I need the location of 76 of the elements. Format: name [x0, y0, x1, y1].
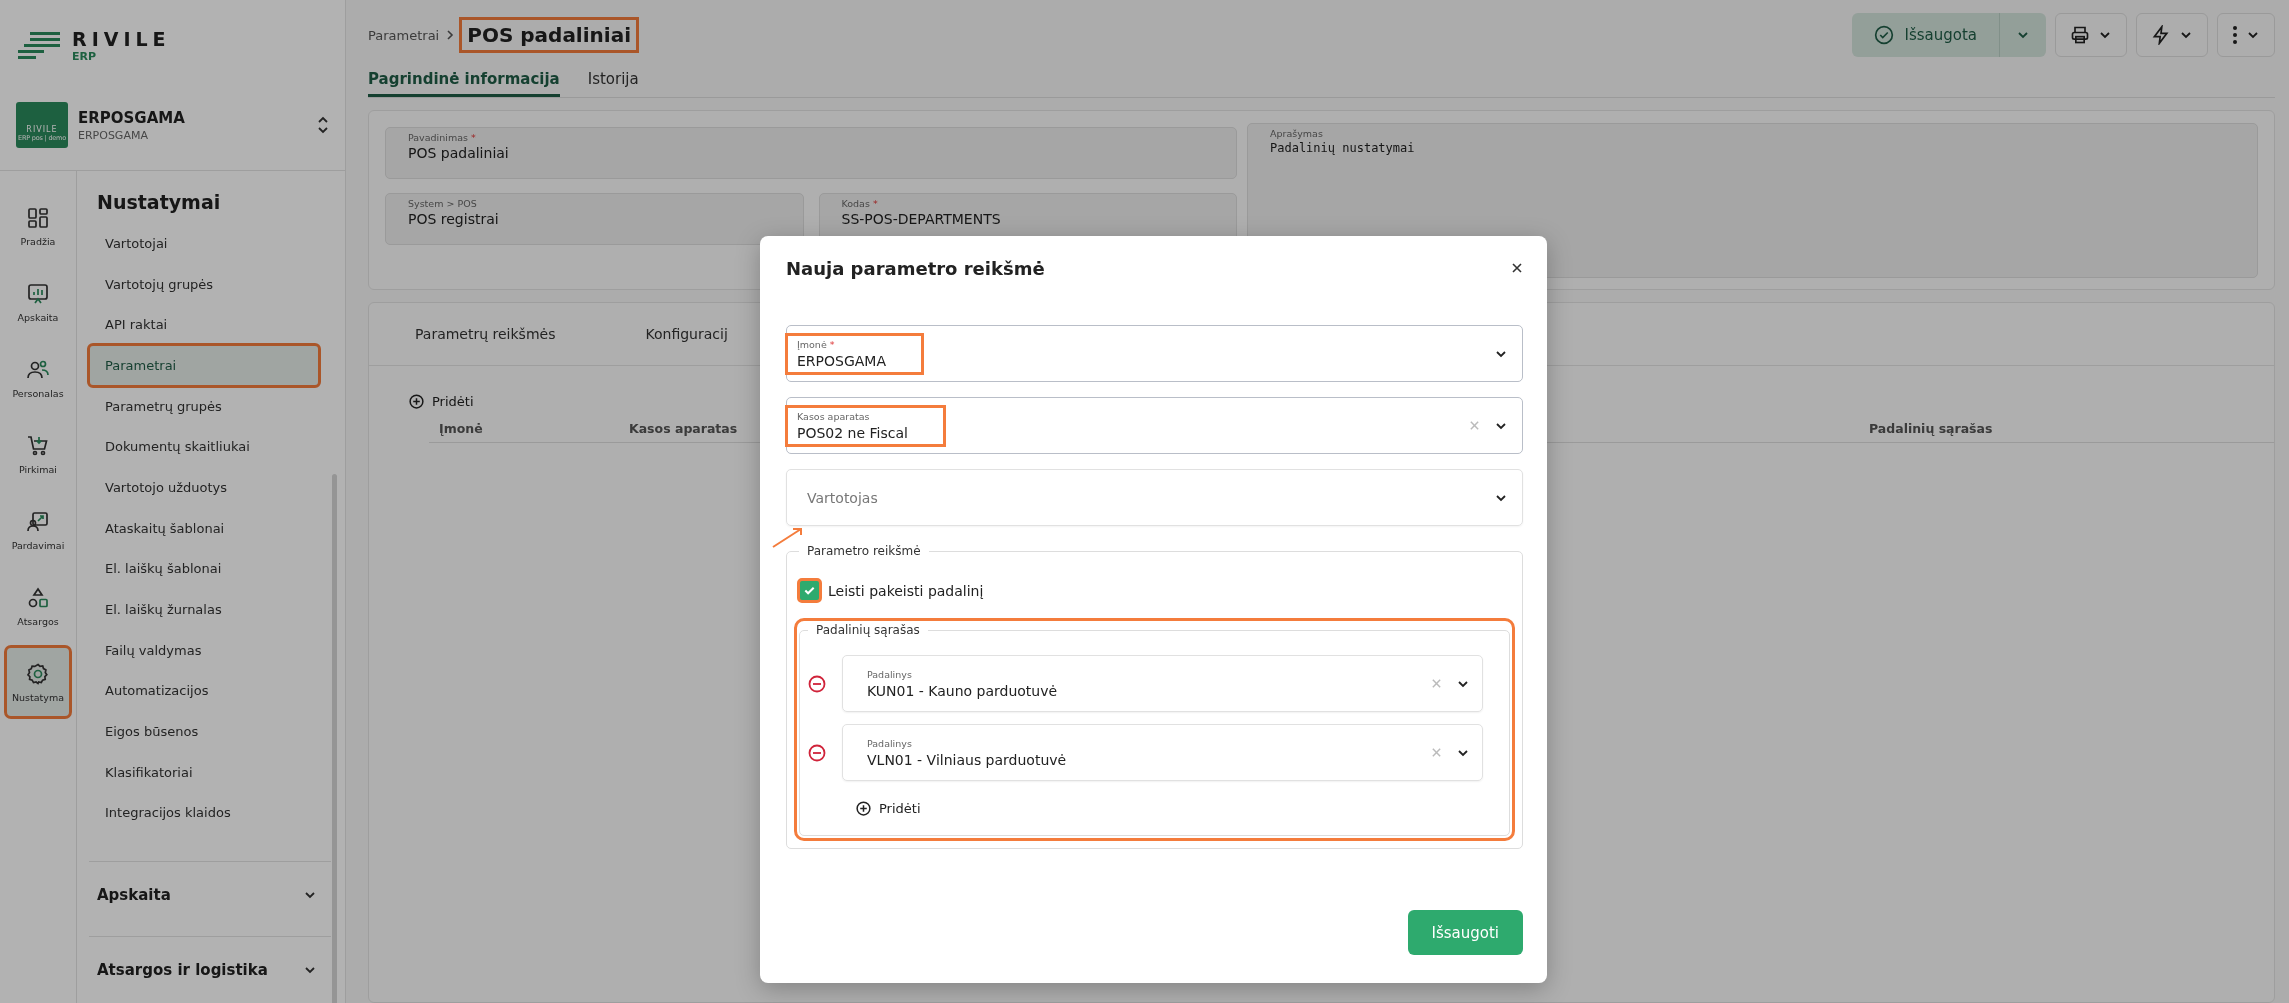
module-tab[interactable]: Atsargos — [6, 571, 70, 641]
nav-item[interactable]: El. laiškų šablonai — [89, 548, 319, 590]
module-tab[interactable]: Personalas — [6, 343, 70, 413]
add-button[interactable]: Pridėti — [856, 801, 921, 816]
toolbar-button[interactable] — [2217, 13, 2275, 57]
more-icon — [2232, 25, 2238, 45]
nav-item[interactable]: El. laiškų žurnalas — [89, 589, 319, 630]
dashboard-icon — [26, 205, 50, 230]
lightning-icon — [2151, 25, 2171, 45]
breadcrumb-link[interactable]: Parametrai — [368, 27, 440, 43]
module-tab[interactable]: Pardavimai — [6, 495, 70, 565]
close-icon[interactable] — [1511, 262, 1523, 274]
nav-item[interactable]: Vartotojai — [89, 223, 319, 264]
module-tab[interactable]: Nustatyma — [6, 647, 70, 717]
module-tab[interactable]: Pradžia — [6, 191, 70, 261]
nav-item[interactable]: Parametrų grupės — [89, 385, 319, 427]
chevron-right-icon — [445, 29, 456, 41]
checkbox-label[interactable]: Leisti pakeisti padalinį — [828, 582, 984, 599]
select-field[interactable]: Padalinys KUN01 - Kauno parduotuvė — [842, 655, 1483, 712]
toolbar-button[interactable] — [2136, 13, 2208, 57]
scrollbar[interactable] — [332, 474, 337, 1003]
tab[interactable]: Parametrų reikšmės — [415, 326, 556, 342]
presentation-icon — [26, 509, 50, 534]
company-subtitle: ERPOSGAMA — [78, 128, 149, 142]
tab[interactable]: Istorija — [587, 70, 639, 97]
value-group: Parametro reikšmė Leisti pakeisti padalinį Padalinių sąrašas Padalinys KUN01 - Kauno parduotuvė Padalinys VLN01 - Vilniaus parduotuvė Pridėti — [786, 544, 1523, 849]
shapes-icon — [26, 585, 50, 610]
nav-section[interactable]: Atsargos ir logistika — [89, 936, 331, 1003]
cart-icon — [26, 433, 50, 458]
nav-item[interactable]: API raktai — [89, 304, 319, 345]
nav-item[interactable]: Vartotojų grupės — [89, 263, 319, 305]
chart-board-icon — [26, 281, 50, 306]
nav-item[interactable]: Integracijos klaidos — [89, 792, 319, 834]
remove-icon[interactable] — [808, 743, 826, 762]
company-name: ERPOSGAMA — [78, 108, 186, 127]
check-icon — [803, 584, 816, 597]
nav-section[interactable]: Apskaita — [89, 861, 331, 929]
brand-name: RIVILE — [72, 27, 171, 50]
nav-item[interactable]: Eigos būsenos — [89, 711, 319, 752]
nav-title: Nustatymai — [96, 190, 222, 215]
text-field[interactable]: Pavadinimas * POS padaliniai — [385, 127, 1237, 179]
tab[interactable]: Pagrindinė informacija — [368, 70, 560, 97]
add-button[interactable]: Pridėti — [409, 394, 474, 409]
select-field[interactable]: Padalinys VLN01 - Vilniaus parduotuvė — [842, 724, 1483, 781]
select-field[interactable]: Kasos aparatas POS02 ne Fiscal — [786, 397, 1523, 454]
module-tab[interactable]: Pirkimai — [6, 419, 70, 489]
column-header: Kasos aparatas — [629, 421, 738, 436]
nav-item[interactable]: Failų valdymas — [89, 629, 319, 671]
status-label: Išsaugota — [1904, 26, 1977, 44]
description-field[interactable]: Aprašymas Padalinių nustatymai — [1247, 123, 2258, 278]
nav-item[interactable]: Dokumentų skaitliukai — [89, 426, 319, 468]
printer-icon — [2070, 25, 2090, 45]
nav-item[interactable]: Ataskaitų šablonai — [89, 507, 319, 549]
toolbar-button[interactable] — [2055, 13, 2127, 57]
gear-icon — [26, 661, 50, 686]
brand-subtitle: ERP — [72, 49, 98, 63]
plus-circle-icon — [409, 394, 424, 409]
remove-icon[interactable] — [808, 674, 826, 693]
check-circle-icon — [1874, 25, 1895, 45]
page-title: POS padaliniai — [461, 19, 638, 51]
switch-icon[interactable] — [317, 116, 329, 134]
text-field[interactable]: System > POS POS registrai — [385, 193, 804, 245]
nav-item[interactable]: Klasifikatoriai — [89, 751, 319, 793]
select-field[interactable]: Įmonė * ERPOSGAMA — [786, 325, 1523, 382]
nav-item[interactable]: Parametrai — [89, 345, 319, 386]
checkbox[interactable] — [799, 580, 820, 601]
column-header: Padalinių sąrašas — [1869, 421, 1993, 436]
column-header: Įmonė — [438, 421, 483, 436]
logo-icon — [16, 30, 62, 60]
status-button[interactable]: Išsaugota — [1852, 13, 2046, 57]
nav-item[interactable]: Automatizacijos — [89, 670, 319, 712]
dialog-title: Nauja parametro reikšmė — [786, 258, 1045, 279]
plus-circle-icon — [856, 801, 871, 816]
nav-item[interactable]: Vartotojo užduotys — [89, 467, 319, 508]
tab[interactable]: Konfiguracij — [645, 326, 728, 342]
module-tab[interactable]: Apskaita — [6, 267, 70, 337]
